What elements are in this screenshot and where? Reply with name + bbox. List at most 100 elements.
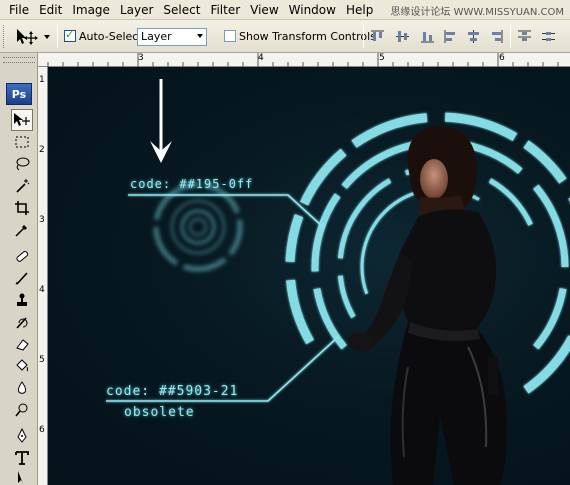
blur-tool[interactable] [11, 377, 33, 399]
align-right-edges-icon[interactable] [489, 29, 504, 44]
clone-stamp-tool[interactable] [11, 289, 33, 311]
hud-ring-segment [153, 226, 179, 266]
type-tool[interactable] [11, 447, 33, 469]
ruler-number: 5 [379, 53, 385, 63]
photoshop-window: File Edit Image Layer Select Filter View… [0, 0, 570, 485]
menu-view[interactable]: View [245, 0, 283, 20]
tools-panel-grip[interactable] [3, 57, 35, 63]
hud-ring-segment [228, 219, 243, 256]
tool-preset-picker[interactable] [12, 26, 52, 48]
ruler-number: 3 [138, 53, 144, 63]
move-tool[interactable] [11, 109, 33, 131]
crop-tool[interactable] [11, 197, 33, 219]
ruler-number: 4 [258, 53, 264, 63]
hud-rings-small [153, 182, 243, 272]
brush-tool[interactable] [11, 267, 33, 289]
ruler-number: 6 [39, 425, 45, 435]
healing-brush-tool[interactable] [11, 245, 33, 267]
hud-label-top: code: ##195-0ff [130, 177, 254, 191]
clone-stamp-icon [17, 293, 27, 306]
history-brush-icon [16, 317, 28, 329]
menu-edit[interactable]: Edit [34, 0, 67, 20]
hud-label-bottom: code: ##5903-21 [106, 384, 239, 399]
history-brush-tool[interactable] [11, 311, 33, 333]
eyedropper-tool[interactable] [11, 219, 33, 241]
marquee-tool[interactable] [11, 131, 33, 153]
healing-brush-icon [16, 250, 29, 262]
hud-ring-segment [286, 279, 315, 345]
hud-artwork [106, 79, 570, 485]
options-bar-grip[interactable] [3, 25, 6, 48]
hud-ring-segment [523, 140, 567, 184]
lasso-tool[interactable] [11, 153, 33, 175]
align-left-edges-icon[interactable] [443, 29, 458, 44]
type-tool-icon [15, 451, 29, 465]
ruler-number: 6 [499, 53, 505, 63]
dropdown-arrow-icon [197, 34, 203, 38]
show-transform-checkbox[interactable] [224, 30, 236, 42]
hud-ring-segment [533, 288, 567, 350]
auto-select-value: Layer [141, 30, 172, 43]
show-transform-label: Show Transform Controls [239, 30, 376, 43]
hud-ring-segment [311, 193, 341, 272]
separator [510, 25, 511, 48]
paint-bucket-icon [16, 359, 28, 372]
menu-window[interactable]: Window [284, 0, 341, 20]
hud-ring-segment [523, 335, 570, 394]
move-tool-icon [14, 113, 30, 126]
align-top-edges-icon[interactable] [370, 29, 385, 44]
chevron-down-icon [44, 35, 50, 39]
menu-bar: File Edit Image Layer Select Filter View… [0, 0, 570, 20]
separator [57, 25, 58, 48]
menu-layer[interactable]: Layer [115, 0, 158, 20]
ruler-horizontal[interactable]: 3 4 5 6 [38, 53, 570, 67]
auto-select-checkbox[interactable] [64, 28, 76, 42]
brush-icon [15, 272, 28, 285]
photoshop-logo[interactable]: Ps [6, 83, 32, 105]
crop-tool-icon [15, 201, 29, 215]
align-vertical-centers-icon[interactable] [395, 29, 410, 44]
woman-figure [348, 126, 508, 485]
ruler-vertical[interactable]: 1 2 3 4 5 6 [38, 67, 48, 485]
eyedropper-icon [15, 225, 27, 237]
eraser-icon [16, 339, 29, 351]
pen-tool[interactable] [11, 425, 33, 447]
document-canvas[interactable]: code: ##195-0ff code: ##5903-21 obsolete [48, 67, 570, 485]
hud-ring-segment [337, 201, 366, 259]
hud-ring-segment [488, 178, 533, 226]
hud-ring-segment [365, 192, 414, 241]
annotation-arrow [150, 79, 172, 163]
align-horizontal-centers-icon[interactable] [466, 29, 481, 44]
auto-select-dropdown[interactable]: Layer [137, 28, 207, 46]
ruler-number: 3 [39, 215, 45, 225]
hud-ring-segment [533, 184, 569, 268]
separator [363, 25, 364, 48]
ruler-number: 2 [39, 145, 45, 155]
ruler-number: 4 [39, 285, 45, 295]
distribute-top-icon[interactable] [517, 29, 532, 44]
hud-ring-segment [341, 140, 419, 189]
ruler-number: 5 [39, 355, 45, 365]
eraser-tool[interactable] [11, 333, 33, 355]
magic-wand-icon [16, 179, 30, 193]
paint-bucket-tool[interactable] [11, 355, 33, 377]
align-bottom-edges-icon[interactable] [420, 29, 435, 44]
hud-ring-segment [313, 288, 347, 350]
menu-help[interactable]: Help [341, 0, 378, 20]
pen-tool-icon [17, 428, 27, 443]
menu-file[interactable]: File [4, 0, 34, 20]
path-select-icon [18, 471, 23, 484]
menu-select[interactable]: Select [158, 0, 205, 20]
path-select-tool[interactable] [11, 469, 33, 485]
tools-panel: Ps [0, 53, 38, 485]
hud-ring-segment [182, 257, 227, 272]
distribute-center-icon[interactable] [541, 29, 556, 44]
magic-wand-tool[interactable] [11, 175, 33, 197]
menu-filter[interactable]: Filter [205, 0, 245, 20]
callout-lines [106, 194, 339, 402]
hud-ring-segment [360, 239, 369, 295]
menu-image[interactable]: Image [67, 0, 115, 20]
site-watermark: 思缘设计论坛 WWW.MISSYUAN.COM [390, 7, 564, 18]
dodge-tool[interactable] [11, 399, 33, 421]
dodge-tool-icon [15, 403, 28, 417]
